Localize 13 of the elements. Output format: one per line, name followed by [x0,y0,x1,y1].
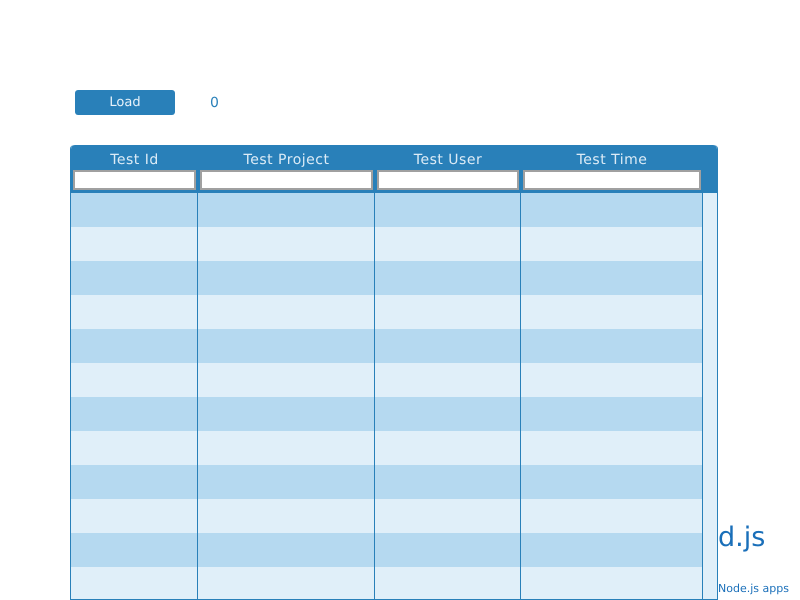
column-header[interactable]: Test Time [576,152,648,168]
load-button[interactable]: Load [75,90,175,115]
filter-field[interactable] [377,170,519,190]
filter-field[interactable] [523,170,701,190]
column-header[interactable]: Test User [414,152,482,168]
column-header[interactable]: Test Project [244,152,330,168]
count-label: 0 [210,94,219,110]
column-header[interactable]: Test Id [110,152,159,168]
scrollbar-track[interactable] [703,193,717,599]
background-heading: d.js [718,522,766,554]
background-caption: Node.js apps [718,582,789,595]
filter-field[interactable] [73,170,196,190]
filter-field[interactable] [200,170,373,190]
